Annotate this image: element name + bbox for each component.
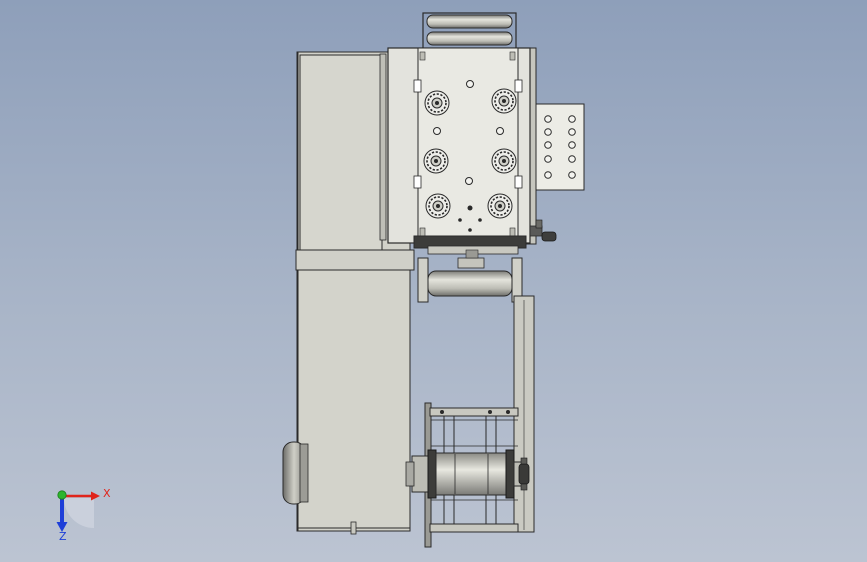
cad-viewport[interactable]: X Z	[0, 0, 867, 562]
triad-origin	[57, 490, 67, 500]
control-panel	[535, 103, 585, 191]
motor-icon	[282, 441, 309, 505]
machine-drawing	[56, 12, 585, 548]
z-axis-label: Z	[59, 530, 67, 543]
coordinate-triad	[56, 490, 100, 532]
roller-icon	[405, 449, 525, 499]
x-axis-label: X	[103, 487, 111, 500]
top-roller	[422, 12, 517, 50]
middle-roller	[417, 249, 523, 303]
